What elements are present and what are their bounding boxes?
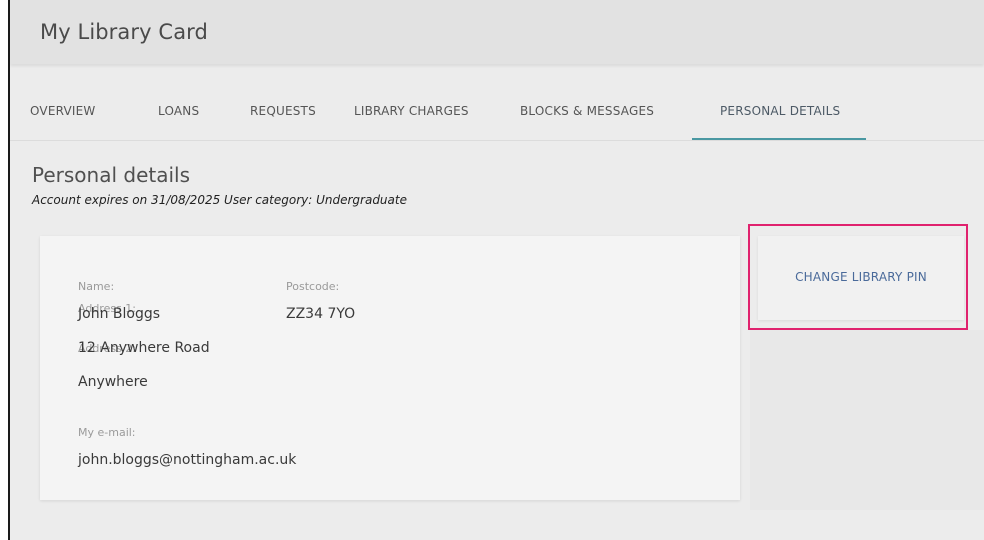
account-info: Account expires on 31/08/2025 User categ… bbox=[32, 193, 407, 207]
tab-overview[interactable]: OVERVIEW bbox=[30, 104, 96, 118]
tab-library-charges[interactable]: LIBRARY CHARGES bbox=[354, 104, 469, 118]
address1-value: 12 Anywhere Road bbox=[78, 340, 210, 356]
address2-value: Anywhere bbox=[78, 374, 148, 390]
name-label: Name: bbox=[78, 280, 115, 293]
header-bar: My Library Card bbox=[10, 0, 984, 64]
personal-details-card: Name: Address 1: John Bloggs Address 2: … bbox=[40, 236, 740, 500]
postcode-value: ZZ34 7YO bbox=[286, 306, 356, 322]
section-title: Personal details bbox=[32, 163, 191, 187]
tab-bar: OVERVIEW LOANS REQUESTS LIBRARY CHARGES … bbox=[10, 90, 984, 141]
name-value: John Bloggs bbox=[78, 306, 161, 322]
email-label: My e-mail: bbox=[78, 426, 136, 439]
change-library-pin-button[interactable]: CHANGE LIBRARY PIN bbox=[758, 270, 964, 284]
change-pin-card: CHANGE LIBRARY PIN bbox=[758, 236, 964, 320]
active-tab-indicator bbox=[692, 138, 866, 140]
tab-requests[interactable]: REQUESTS bbox=[250, 104, 316, 118]
page-title: My Library Card bbox=[40, 20, 208, 44]
tab-loans[interactable]: LOANS bbox=[158, 104, 199, 118]
tab-personal-details[interactable]: PERSONAL DETAILS bbox=[720, 104, 840, 118]
side-panel-background bbox=[750, 330, 984, 510]
page-frame: My Library Card OVERVIEW LOANS REQUESTS … bbox=[8, 0, 984, 540]
tab-blocks-messages[interactable]: BLOCKS & MESSAGES bbox=[520, 104, 654, 118]
postcode-label: Postcode: bbox=[286, 280, 340, 293]
email-value: john.bloggs@nottingham.ac.uk bbox=[78, 452, 297, 468]
